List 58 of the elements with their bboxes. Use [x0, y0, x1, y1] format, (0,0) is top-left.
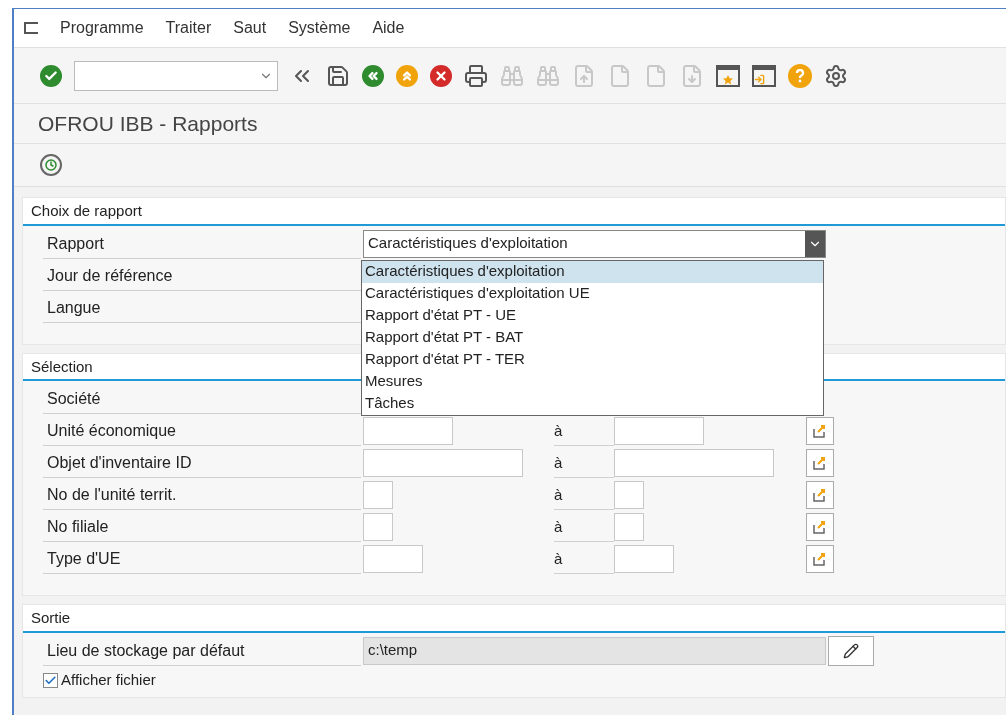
help-icon[interactable]	[788, 63, 812, 88]
field-label: Objet d'inventaire ID	[43, 448, 361, 478]
multiple-selection-button[interactable]	[806, 417, 834, 445]
menu-icon[interactable]	[24, 22, 38, 34]
multiple-selection-button[interactable]	[806, 513, 834, 541]
path-field[interactable]: c:\temp	[363, 636, 826, 665]
input-field[interactable]	[614, 417, 704, 445]
field-label: Type d'UE	[43, 544, 361, 574]
menu-item[interactable]: Programme	[60, 16, 144, 40]
field-label: No filiale	[43, 512, 361, 542]
input-field[interactable]	[614, 481, 644, 509]
input-field[interactable]	[614, 513, 644, 541]
field-label: Jour de référence	[43, 260, 361, 291]
multiple-selection-button[interactable]	[806, 449, 834, 477]
edit-button[interactable]	[828, 635, 874, 666]
input-field[interactable]	[614, 545, 674, 573]
field-label: Rapport	[43, 228, 361, 259]
input-field[interactable]	[614, 449, 774, 477]
input-field[interactable]	[363, 481, 393, 509]
field-label: Société	[43, 384, 361, 414]
pencil-icon	[843, 642, 859, 659]
arrow-icon	[812, 487, 828, 503]
input-field[interactable]	[363, 513, 393, 541]
window-icon[interactable]	[716, 64, 740, 87]
chevron-icon	[805, 230, 825, 257]
section-heading: Choix de rapport	[23, 198, 1005, 226]
window-icon[interactable]	[752, 64, 776, 87]
input-field[interactable]	[363, 449, 523, 477]
check-icon[interactable]	[40, 64, 62, 87]
multiple-selection-button[interactable]	[806, 481, 834, 509]
command-field[interactable]	[74, 60, 278, 91]
checkbox-label: Afficher fichier	[61, 670, 156, 691]
arrow-icon	[812, 423, 828, 439]
menu-item[interactable]: Traiter	[165, 16, 212, 40]
menu-item[interactable]: Système	[288, 16, 351, 40]
arrow-icon	[812, 551, 828, 567]
input-field[interactable]	[363, 417, 453, 445]
dropdown-option[interactable]: Caractéristiques d'exploitation	[362, 260, 823, 283]
field-label: Lieu de stockage par défaut	[43, 635, 361, 666]
field-label: Unité économique	[43, 416, 361, 446]
menu-item[interactable]: Aide	[372, 16, 405, 40]
multiple-selection-button[interactable]	[806, 545, 834, 573]
execute-icon[interactable]	[40, 154, 62, 176]
arrow-icon	[812, 519, 828, 535]
input-field[interactable]	[363, 545, 423, 573]
exit-icon[interactable]	[396, 64, 418, 87]
section-heading: Sortie	[23, 605, 1005, 633]
menu-item[interactable]: Saut	[233, 16, 267, 40]
checkbox[interactable]	[43, 673, 58, 688]
save-icon[interactable]	[326, 63, 350, 88]
cancel-icon[interactable]	[430, 64, 452, 87]
print-icon[interactable]	[464, 63, 488, 88]
arrow-icon	[812, 455, 828, 471]
field-label: Langue	[43, 292, 361, 323]
report-dropdown[interactable]: Caractéristiques d'exploitation	[363, 229, 826, 258]
field-label: No de l'unité territ.	[43, 480, 361, 510]
settings-icon[interactable]	[824, 63, 848, 88]
back-icon[interactable]	[362, 64, 384, 87]
